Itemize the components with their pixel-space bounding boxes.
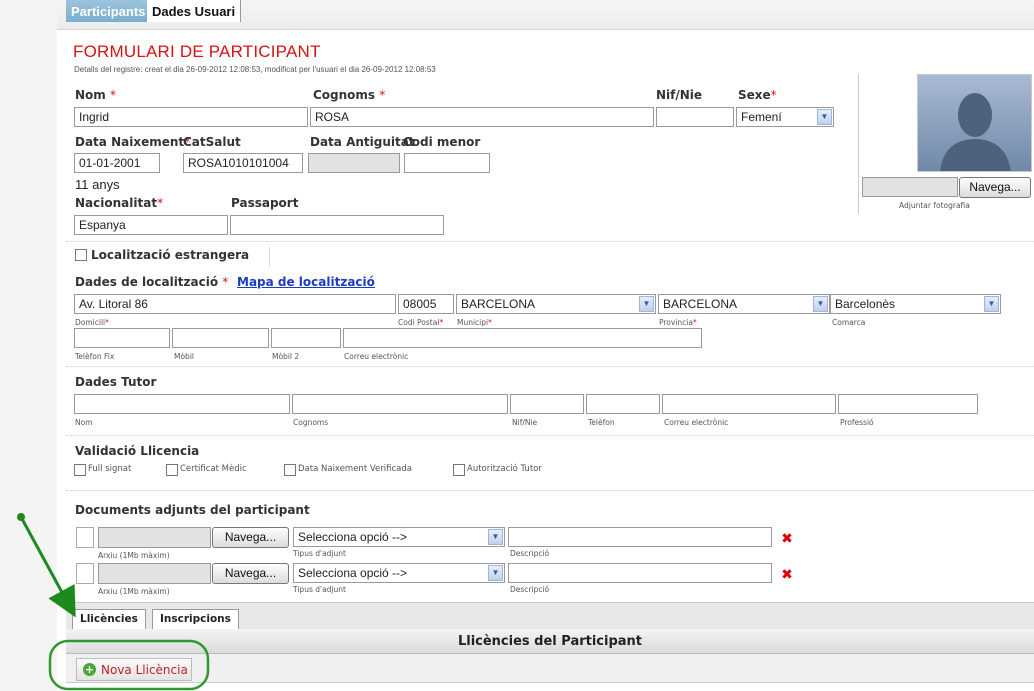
annotation-overlay — [17, 513, 210, 691]
annotation-arrow — [19, 516, 76, 618]
annotation-highlight — [48, 639, 210, 691]
